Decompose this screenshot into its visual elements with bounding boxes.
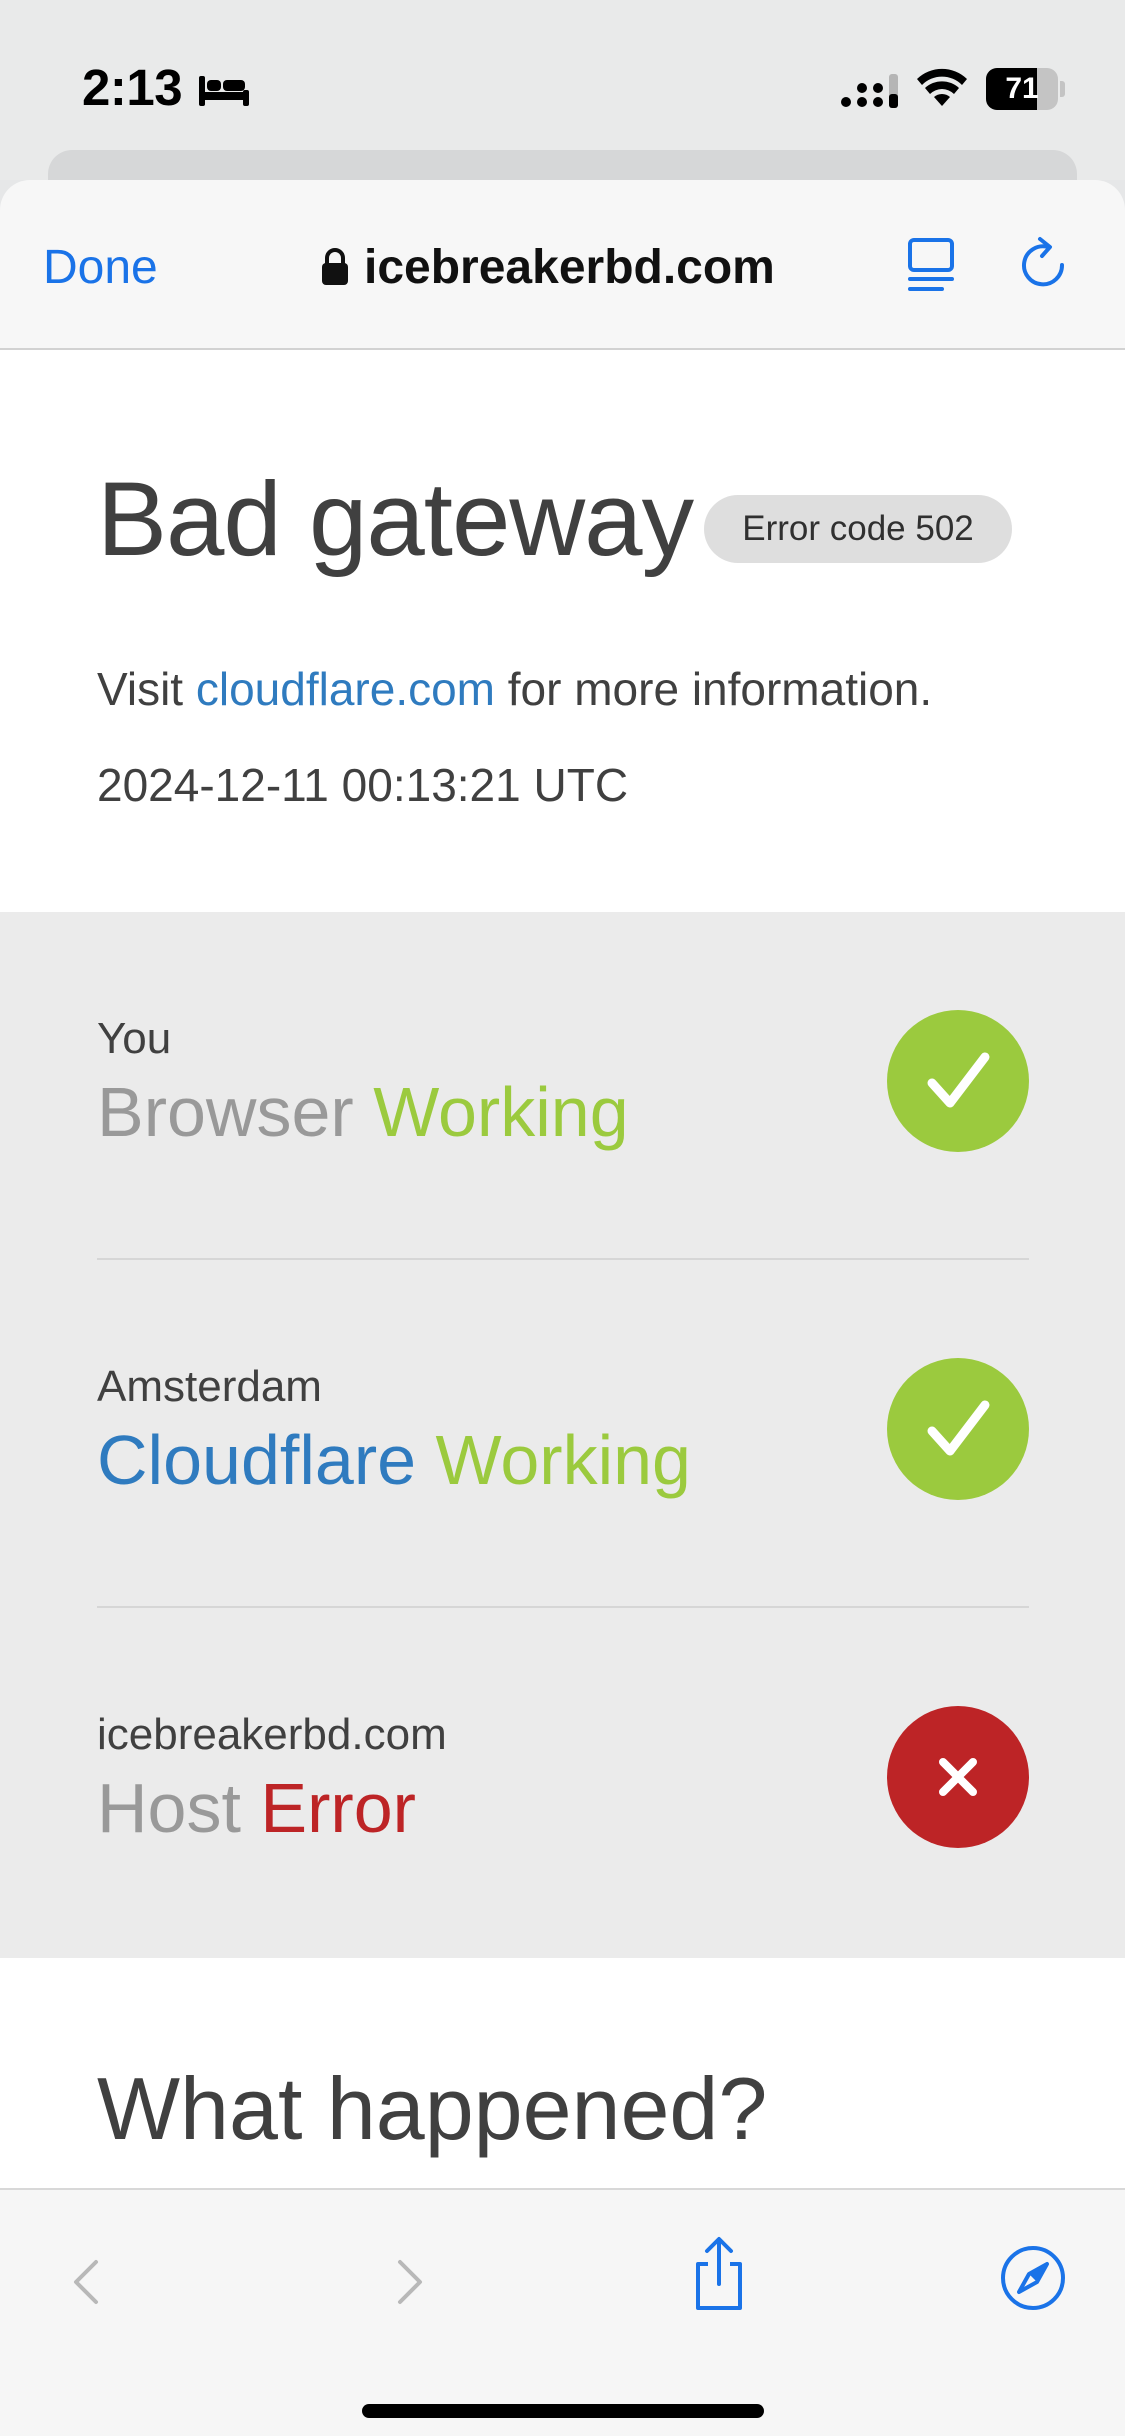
timestamp: 2024-12-11 00:13:21 UTC — [97, 759, 629, 811]
forward-icon[interactable] — [374, 2240, 444, 2320]
status-text: Host Error — [97, 1769, 416, 1847]
battery-level: 71 — [1005, 72, 1039, 105]
address-bar[interactable]: icebreakerbd.com — [320, 237, 775, 297]
x-icon — [887, 1706, 1029, 1848]
status-row-host: icebreakerbd.com Host Error — [97, 1608, 1029, 1956]
home-indicator[interactable] — [362, 2404, 764, 2418]
compass-icon[interactable] — [998, 2238, 1068, 2318]
status-text: Cloudflare Working — [97, 1421, 691, 1499]
status-row-browser: You Browser Working — [97, 912, 1029, 1260]
cellular-signal-icon — [841, 74, 898, 108]
error-header: Bad gateway Error code 502 Visit cloudfl… — [0, 350, 1125, 912]
reload-icon[interactable] — [1016, 235, 1074, 295]
status-text: Browser Working — [97, 1073, 629, 1151]
status-location: You — [97, 1014, 172, 1063]
status-time: 2:13 — [82, 59, 183, 116]
done-button[interactable]: Done — [43, 240, 158, 295]
status-location: Amsterdam — [97, 1362, 322, 1411]
check-icon — [887, 1010, 1029, 1152]
back-icon[interactable] — [52, 2240, 122, 2320]
page-title: Bad gateway — [97, 461, 694, 578]
what-happened-section: What happened? — [0, 1958, 1125, 2188]
lock-icon — [322, 248, 348, 285]
browser-top-bar: Done icebreakerbd.com — [0, 180, 1125, 350]
info-text: Visit cloudflare.com for more informatio… — [97, 663, 933, 715]
section-title: What happened? — [97, 2059, 768, 2158]
url-text: icebreakerbd.com — [364, 240, 775, 294]
status-diagnostic: You Browser Working Amsterdam Cloudflare… — [0, 912, 1125, 1958]
battery-icon: 71 — [986, 68, 1066, 110]
cloudflare-link[interactable]: cloudflare.com — [196, 663, 495, 715]
browser-toolbar — [0, 2188, 1125, 2436]
status-row-cloudflare: Amsterdam Cloudflare Working — [97, 1260, 1029, 1608]
wifi-icon — [917, 68, 967, 106]
share-icon[interactable] — [684, 2234, 754, 2314]
check-icon — [887, 1358, 1029, 1500]
sleep-focus-icon — [199, 76, 249, 106]
status-location: icebreakerbd.com — [97, 1710, 447, 1759]
web-content: Bad gateway Error code 502 Visit cloudfl… — [0, 350, 1125, 2188]
reader-view-icon[interactable] — [904, 236, 960, 294]
error-code-badge: Error code 502 — [704, 495, 1012, 563]
